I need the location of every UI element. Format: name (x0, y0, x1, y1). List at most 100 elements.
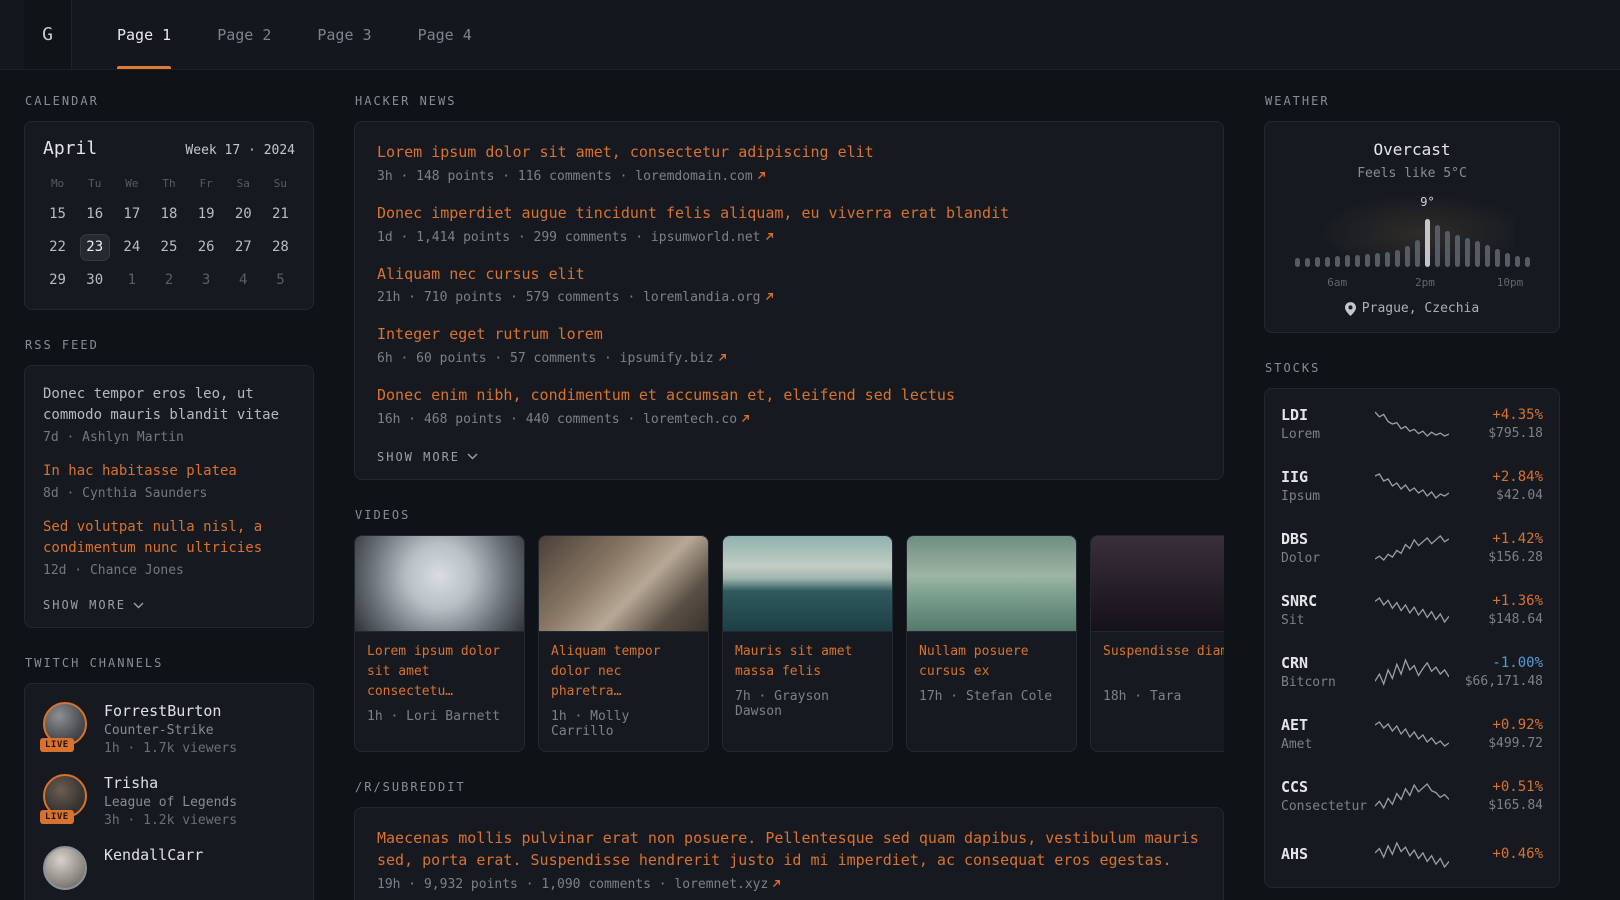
stock-name: Amet (1281, 737, 1375, 752)
twitch-avatar-wrap: LIVE (43, 774, 89, 820)
weather-location: Prague, Czechia (1283, 301, 1541, 316)
hackernews-card: Lorem ipsum dolor sit amet, consectetur … (354, 121, 1224, 480)
video-card[interactable]: Suspendisse diam 18h · Tara (1090, 535, 1224, 752)
rss-item-link[interactable]: Sed volutpat nulla nisl, a condimentum n… (43, 517, 295, 559)
twitch-avatar-wrap: LIVE (43, 702, 89, 748)
hn-show-more-button[interactable]: SHOW MORE (377, 450, 478, 464)
rss-item: Sed volutpat nulla nisl, a condimentum n… (43, 517, 295, 578)
stock-row[interactable]: SNRC Sit +1.36% $148.64 (1281, 579, 1543, 641)
rss-show-more-button[interactable]: SHOW MORE (43, 598, 144, 612)
weather-condition: Overcast (1283, 140, 1541, 159)
page-tabs: Page 1 Page 2 Page 3 Page 4 (94, 0, 495, 69)
video-card[interactable]: Mauris sit amet massa felis 7h · Grayson… (722, 535, 893, 752)
calendar-day: 26 (188, 233, 225, 262)
stock-row[interactable]: AET Amet +0.92% $499.72 (1281, 703, 1543, 765)
calendar-card: April Week 17 · 2024 Mo Tu We Th Fr Sa S… (24, 121, 314, 310)
stock-price: $165.84 (1449, 798, 1543, 813)
hn-item-link[interactable]: Lorem ipsum dolor sit amet, consectetur … (377, 142, 1201, 164)
video-thumbnail[interactable] (723, 536, 892, 632)
video-title-link[interactable]: Nullam posuere cursus ex (919, 642, 1064, 682)
twitch-channel-name[interactable]: KendallCarr (104, 846, 203, 864)
calendar-day: 21 (262, 200, 299, 229)
stock-symbol: LDI (1281, 406, 1375, 424)
video-meta: 1h · Lori Barnett (367, 709, 512, 724)
subreddit-card: Maecenas mollis pulvinar erat non posuer… (354, 807, 1224, 900)
video-meta: 1h · Molly Carrillo (551, 709, 696, 739)
stock-name: Dolor (1281, 551, 1375, 566)
tab-page-4[interactable]: Page 4 (395, 0, 495, 69)
external-link-icon[interactable] (772, 879, 781, 888)
stock-row[interactable]: LDI Lorem +4.35% $795.18 (1281, 393, 1543, 455)
stock-price: $499.72 (1449, 736, 1543, 751)
twitch-channel-name[interactable]: ForrestBurton (104, 702, 237, 720)
video-card[interactable]: Nullam posuere cursus ex 17h · Stefan Co… (906, 535, 1077, 752)
weather-card: Overcast Feels like 5°C 9° 6am 2pm 10pm … (1264, 121, 1560, 333)
video-body: Suspendisse diam 18h · Tara (1091, 632, 1224, 716)
video-body: Mauris sit amet massa felis 7h · Grayson… (723, 632, 892, 731)
stock-values: +0.46% (1449, 846, 1543, 865)
twitch-channel-row[interactable]: LIVE ForrestBurton Counter-Strike 1h · 1… (43, 702, 295, 756)
stock-row[interactable]: CCS Consectetur +0.51% $165.84 (1281, 765, 1543, 827)
stock-row[interactable]: DBS Dolor +1.42% $156.28 (1281, 517, 1543, 579)
show-more-label: SHOW MORE (43, 598, 126, 612)
calendar-day-next-month: 2 (150, 266, 187, 295)
external-link-icon[interactable] (741, 414, 750, 423)
twitch-channel-row[interactable]: LIVE Trisha League of Legends 3h · 1.2k … (43, 774, 295, 828)
stock-row[interactable]: AHS +0.46% (1281, 827, 1543, 883)
live-badge: LIVE (40, 738, 74, 752)
hn-item-link[interactable]: Integer eget rutrum lorem (377, 324, 1201, 346)
calendar-dow: Sa (225, 171, 262, 196)
hn-item-link[interactable]: Aliquam nec cursus elit (377, 264, 1201, 286)
stock-values: +1.36% $148.64 (1449, 593, 1543, 627)
videos-widget-title: VIDEOS (355, 508, 1224, 522)
stock-name: Ipsum (1281, 489, 1375, 504)
stock-values: +1.42% $156.28 (1449, 531, 1543, 565)
video-title-link[interactable]: Suspendisse diam (1103, 642, 1224, 682)
twitch-channel-row[interactable]: KendallCarr (43, 846, 295, 892)
video-title-link[interactable]: Mauris sit amet massa felis (735, 642, 880, 682)
external-link-icon[interactable] (757, 171, 766, 180)
stock-sparkline (1375, 781, 1449, 811)
video-title-link[interactable]: Aliquam tempor dolor nec pharetra… (551, 642, 696, 702)
stocks-widget: STOCKS LDI Lorem +4.35% $795.18 IIG (1264, 361, 1560, 888)
video-thumbnail[interactable] (355, 536, 524, 632)
video-thumbnail[interactable] (907, 536, 1076, 632)
calendar-day: 15 (39, 200, 76, 229)
twitch-widget: TWITCH CHANNELS LIVE ForrestBurton Count… (24, 656, 314, 900)
rss-item-link[interactable]: In hac habitasse platea (43, 461, 295, 482)
stock-symbol: DBS (1281, 530, 1375, 548)
twitch-channel-name[interactable]: Trisha (104, 774, 237, 792)
external-link-icon[interactable] (765, 292, 774, 301)
external-link-icon[interactable] (765, 232, 774, 241)
video-meta: 18h · Tara (1103, 689, 1224, 704)
top-bar: G Page 1 Page 2 Page 3 Page 4 (0, 0, 1620, 70)
live-badge: LIVE (40, 810, 74, 824)
subreddit-post-link[interactable]: Maecenas mollis pulvinar erat non posuer… (377, 828, 1201, 872)
rss-item-meta: 8d · Cynthia Saunders (43, 486, 295, 501)
app-logo[interactable]: G (24, 0, 72, 69)
hn-item-link[interactable]: Donec imperdiet augue tincidunt felis al… (377, 203, 1201, 225)
subreddit-post: Maecenas mollis pulvinar erat non posuer… (377, 828, 1201, 892)
stock-sparkline (1375, 595, 1449, 625)
video-card[interactable]: Aliquam tempor dolor nec pharetra… 1h · … (538, 535, 709, 752)
hn-item-link[interactable]: Donec enim nibh, condimentum et accumsan… (377, 385, 1201, 407)
video-card[interactable]: Lorem ipsum dolor sit amet consectetu… 1… (354, 535, 525, 752)
rss-item-link[interactable]: Donec tempor eros leo, ut commodo mauris… (43, 384, 295, 426)
calendar-day: 27 (225, 233, 262, 262)
stock-id: LDI Lorem (1281, 406, 1375, 442)
calendar-header: April Week 17 · 2024 (39, 138, 299, 171)
twitch-channel-game: League of Legends (104, 795, 237, 810)
tab-page-3[interactable]: Page 3 (294, 0, 394, 69)
video-thumbnail[interactable] (539, 536, 708, 632)
tab-page-2[interactable]: Page 2 (194, 0, 294, 69)
video-title-link[interactable]: Lorem ipsum dolor sit amet consectetu… (367, 642, 512, 702)
tab-page-1[interactable]: Page 1 (94, 0, 194, 69)
external-link-icon[interactable] (718, 353, 727, 362)
video-meta: 7h · Grayson Dawson (735, 689, 880, 719)
stock-row[interactable]: CRN Bitcorn -1.00% $66,171.48 (1281, 641, 1543, 703)
stock-change: +1.36% (1449, 593, 1543, 609)
video-thumbnail[interactable] (1091, 536, 1224, 632)
calendar-day: 18 (150, 200, 187, 229)
stock-row[interactable]: IIG Ipsum +2.84% $42.04 (1281, 455, 1543, 517)
calendar-day: 28 (262, 233, 299, 262)
